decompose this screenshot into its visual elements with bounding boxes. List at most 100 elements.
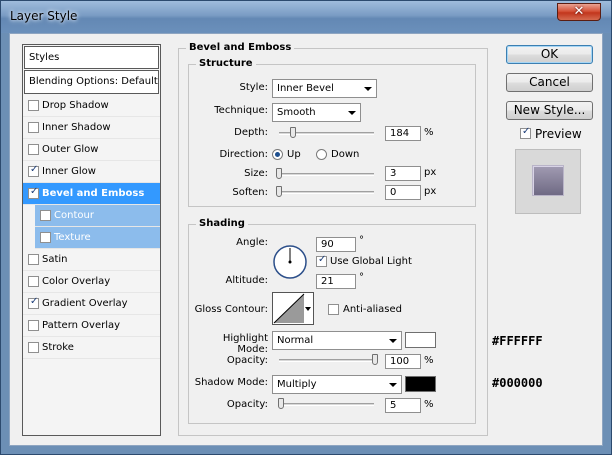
gloss-contour-label: Gloss Contour: bbox=[194, 304, 268, 315]
direction-up-radio[interactable] bbox=[272, 149, 283, 160]
depth-slider-thumb[interactable] bbox=[290, 127, 296, 138]
use-global-light-checkbox[interactable] bbox=[316, 254, 327, 267]
preview-label: Preview bbox=[535, 127, 582, 141]
size-slider-thumb[interactable] bbox=[276, 168, 282, 179]
highlight-color-swatch[interactable] bbox=[405, 332, 436, 348]
title-bar[interactable]: Layer Style ✕ bbox=[1, 1, 611, 33]
shadow-opacity-input[interactable]: 5 bbox=[385, 398, 421, 413]
style-item-label: Inner Glow bbox=[42, 166, 96, 177]
preview-checkbox[interactable] bbox=[520, 126, 531, 139]
shadow-mode-label: Shadow Mode: bbox=[194, 377, 268, 388]
highlight-opacity-slider-thumb[interactable] bbox=[372, 354, 378, 365]
direction-label: Direction: bbox=[219, 149, 268, 160]
soften-unit: px bbox=[424, 186, 437, 197]
depth-label: Depth: bbox=[234, 127, 268, 138]
style-item-drop-shadow[interactable]: Drop Shadow bbox=[23, 95, 160, 117]
preview-thumbnail bbox=[515, 149, 581, 214]
shadow-opacity-slider[interactable] bbox=[279, 403, 374, 406]
soften-label: Soften: bbox=[232, 187, 268, 198]
technique-label: Technique: bbox=[214, 105, 268, 116]
style-item-checkbox[interactable] bbox=[28, 254, 39, 265]
anti-aliased-checkbox[interactable] bbox=[328, 304, 339, 315]
highlight-opacity-unit: % bbox=[424, 355, 434, 366]
style-item-contour[interactable]: Contour bbox=[35, 205, 160, 227]
style-item-label: Gradient Overlay bbox=[42, 298, 128, 309]
style-item-checkbox[interactable] bbox=[40, 232, 51, 243]
style-item-checkbox[interactable] bbox=[28, 144, 39, 155]
style-item-label: Satin bbox=[42, 254, 68, 265]
new-style-button[interactable]: New Style... bbox=[506, 101, 593, 120]
style-item-checkbox[interactable] bbox=[28, 342, 39, 353]
style-item-outer-glow[interactable]: Outer Glow bbox=[23, 139, 160, 161]
depth-input[interactable]: 184 bbox=[385, 126, 421, 141]
close-button[interactable]: ✕ bbox=[557, 3, 601, 21]
chevron-down-icon bbox=[389, 339, 397, 343]
styles-header[interactable]: Styles bbox=[24, 46, 159, 69]
dialog-body: Styles Blending Options: Default Drop Sh… bbox=[9, 33, 603, 446]
altitude-label: Altitude: bbox=[225, 275, 268, 286]
style-item-checkbox[interactable] bbox=[28, 320, 39, 331]
size-input[interactable]: 3 bbox=[385, 166, 421, 181]
style-item-stroke[interactable]: Stroke bbox=[23, 337, 160, 359]
highlight-mode-select[interactable]: Normal bbox=[272, 331, 402, 350]
style-item-label: Contour bbox=[54, 210, 94, 221]
direction-down-radio[interactable] bbox=[316, 149, 327, 160]
style-item-checkbox[interactable] bbox=[28, 164, 39, 177]
blending-options[interactable]: Blending Options: Default bbox=[24, 70, 159, 94]
highlight-opacity-input[interactable]: 100 bbox=[385, 354, 421, 369]
bevel-emboss-title: Bevel and Emboss bbox=[186, 42, 295, 53]
altitude-input[interactable]: 21 bbox=[316, 274, 356, 289]
direction-up-label: Up bbox=[287, 149, 301, 160]
shadow-opacity-slider-thumb[interactable] bbox=[278, 398, 284, 409]
style-item-gradient-overlay[interactable]: Gradient Overlay bbox=[23, 293, 160, 315]
shadow-opacity-unit: % bbox=[424, 399, 434, 410]
style-item-checkbox[interactable] bbox=[28, 122, 39, 133]
shadow-mode-value: Multiply bbox=[277, 379, 317, 390]
cancel-button[interactable]: Cancel bbox=[506, 73, 593, 92]
style-item-label: Bevel and Emboss bbox=[42, 188, 145, 199]
style-item-satin[interactable]: Satin bbox=[23, 249, 160, 271]
style-item-label: Drop Shadow bbox=[42, 100, 109, 111]
preview-swatch bbox=[532, 165, 564, 196]
shadow-hex-annotation: #000000 bbox=[492, 376, 543, 390]
style-item-bevel-and-emboss[interactable]: Bevel and Emboss bbox=[23, 183, 160, 205]
use-global-light-label: Use Global Light bbox=[330, 256, 412, 267]
soften-slider-thumb[interactable] bbox=[276, 186, 282, 197]
style-item-texture[interactable]: Texture bbox=[35, 227, 160, 249]
style-select[interactable]: Inner Bevel bbox=[272, 79, 377, 98]
style-item-checkbox[interactable] bbox=[28, 296, 39, 309]
contour-curve-icon bbox=[273, 293, 305, 324]
style-item-color-overlay[interactable]: Color Overlay bbox=[23, 271, 160, 293]
angle-dial[interactable] bbox=[272, 244, 308, 280]
highlight-opacity-slider[interactable] bbox=[279, 359, 374, 362]
style-select-value: Inner Bevel bbox=[277, 83, 334, 94]
style-item-label: Stroke bbox=[42, 342, 74, 353]
shadow-opacity-label: Opacity: bbox=[226, 399, 268, 410]
style-item-inner-shadow[interactable]: Inner Shadow bbox=[23, 117, 160, 139]
style-item-label: Color Overlay bbox=[42, 276, 111, 287]
style-item-inner-glow[interactable]: Inner Glow bbox=[23, 161, 160, 183]
size-slider[interactable] bbox=[279, 173, 374, 176]
technique-select[interactable]: Smooth bbox=[272, 103, 361, 122]
angle-unit: ° bbox=[359, 235, 364, 246]
style-item-checkbox[interactable] bbox=[28, 186, 39, 199]
soften-slider[interactable] bbox=[279, 191, 374, 194]
shadow-mode-select[interactable]: Multiply bbox=[272, 375, 402, 394]
altitude-unit: ° bbox=[359, 272, 364, 283]
structure-title: Structure bbox=[196, 58, 256, 69]
style-item-label: Texture bbox=[54, 232, 91, 243]
style-item-checkbox[interactable] bbox=[28, 100, 39, 111]
style-item-checkbox[interactable] bbox=[40, 210, 51, 221]
style-label: Style: bbox=[239, 82, 269, 93]
style-item-checkbox[interactable] bbox=[28, 276, 39, 287]
highlight-opacity-label: Opacity: bbox=[226, 355, 268, 366]
window-title: Layer Style bbox=[10, 9, 78, 23]
styles-list: Styles Blending Options: Default Drop Sh… bbox=[22, 44, 161, 436]
angle-input[interactable]: 90 bbox=[316, 237, 356, 252]
shadow-color-swatch[interactable] bbox=[405, 376, 436, 392]
gloss-contour-picker[interactable] bbox=[272, 292, 314, 325]
anti-aliased-label: Anti-aliased bbox=[343, 304, 403, 315]
style-item-pattern-overlay[interactable]: Pattern Overlay bbox=[23, 315, 160, 337]
soften-input[interactable]: 0 bbox=[385, 185, 421, 200]
ok-button[interactable]: OK bbox=[506, 45, 593, 64]
